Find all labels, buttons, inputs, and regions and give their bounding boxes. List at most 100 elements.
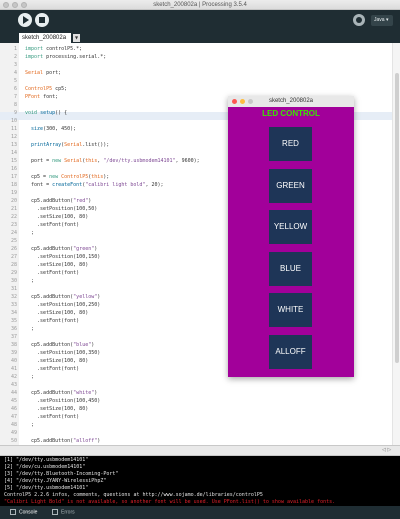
line-number: 3 — [13, 62, 17, 68]
code-text: cp5.addButton("red") — [25, 198, 92, 204]
console-line: ControlP5 2.2.6 infos, comments, questio… — [4, 492, 263, 498]
line-number: 40 — [10, 358, 17, 364]
line-number: 33 — [10, 302, 17, 308]
code-text: PFont font; — [25, 94, 59, 100]
code-line: 1 import controlP5.*; — [0, 45, 400, 53]
line-number: 13 — [10, 142, 17, 148]
sketch-title-bar: sketch_200802a — [228, 96, 354, 107]
code-text: void setup() { — [25, 110, 68, 116]
stop-button[interactable] — [35, 13, 49, 27]
sketch-zoom-button[interactable] — [248, 99, 253, 104]
close-window-button[interactable] — [3, 2, 9, 8]
console-line: [4] "/dev/tty.JYANY-WirelessiPhpZ" — [4, 478, 107, 484]
console-icon — [10, 509, 16, 515]
errors-tab[interactable]: Errors — [52, 509, 75, 516]
line-number: 43 — [10, 382, 17, 388]
tab-sketch[interactable]: sketch_200802a — [19, 33, 71, 43]
line-number: 7 — [13, 94, 17, 100]
code-text: .setFont(font) — [25, 366, 80, 372]
code-text: cp5.addButton("yellow") — [25, 294, 101, 300]
zoom-window-button[interactable] — [21, 2, 27, 8]
debugger-button[interactable] — [353, 14, 365, 26]
code-text: .setSize(100, 80) — [25, 358, 89, 364]
blue-button[interactable]: BLUE — [269, 252, 312, 286]
code-line: 5 — [0, 77, 400, 85]
line-number: 8 — [13, 102, 17, 108]
code-text: ; — [25, 230, 35, 236]
window-title: sketch_200802a | Processing 3.5.4 — [153, 2, 247, 8]
code-text: ; — [25, 374, 35, 380]
code-line: 2 import processing.serial.*; — [0, 53, 400, 61]
code-text: font = createFont("calibri light bold", … — [25, 182, 164, 188]
line-number: 26 — [10, 246, 17, 252]
line-number: 14 — [10, 150, 17, 156]
code-line: 3 — [0, 61, 400, 69]
mode-selector[interactable]: Java ▾ — [371, 15, 393, 26]
console-line: [2] "/dev/cu.usbmodem14101" — [4, 464, 86, 470]
code-text: .setFont(font) — [25, 222, 80, 228]
console-splitter[interactable]: ◁ ▷ — [0, 445, 400, 456]
butterfly-icon — [356, 17, 362, 23]
sketch-window-title: sketch_200802a — [268, 98, 314, 104]
line-number: 17 — [10, 174, 17, 180]
console-line: [3] "/dev/tty.Bluetooth-Incoming-Port" — [4, 471, 119, 477]
code-line: 49 — [0, 429, 400, 437]
code-text: port = new Serial(this, "/dev/tty.usbmod… — [25, 158, 200, 164]
line-number: 45 — [10, 398, 17, 404]
sketch-close-button[interactable] — [232, 99, 237, 104]
line-number: 10 — [10, 118, 17, 124]
line-number: 11 — [10, 126, 17, 132]
code-text: .setFont(font) — [25, 318, 80, 324]
tab-menu-button[interactable]: ▼ — [73, 34, 80, 42]
code-text: import processing.serial.*; — [25, 54, 107, 60]
alloff-button[interactable]: ALLOFF — [269, 335, 312, 369]
code-text: .setPosition(100,250) — [25, 302, 101, 308]
console-line: [1] "/dev/tty.usbmodem14101" — [4, 457, 89, 463]
stop-icon — [39, 17, 45, 23]
line-number: 23 — [10, 222, 17, 228]
code-line: 43 — [0, 381, 400, 389]
bottom-bar: Console Errors — [0, 506, 400, 519]
editor-scrollbar-thumb[interactable] — [395, 73, 399, 363]
line-number: 46 — [10, 406, 17, 412]
minimize-window-button[interactable] — [12, 2, 18, 8]
sketch-minimize-button[interactable] — [240, 99, 245, 104]
code-text: .setPosition(100,350) — [25, 350, 101, 356]
line-number: 24 — [10, 230, 17, 236]
line-number: 5 — [13, 78, 17, 84]
line-number: 34 — [10, 310, 17, 316]
line-number: 2 — [13, 54, 17, 60]
code-text: Serial port; — [25, 70, 62, 76]
warning-icon — [52, 509, 58, 515]
line-number: 42 — [10, 374, 17, 380]
console-output: [1] "/dev/tty.usbmodem14101" [2] "/dev/cu… — [0, 456, 400, 506]
editor-scrollbar[interactable] — [392, 43, 400, 445]
red-button[interactable]: RED — [269, 127, 312, 161]
line-number: 12 — [10, 134, 17, 140]
code-text: printArray(Serial.list()); — [31, 142, 110, 148]
run-button[interactable] — [18, 13, 32, 27]
code-text: .setPosition(100,150) — [25, 254, 101, 260]
code-text: .setPosition(100,50) — [25, 206, 98, 212]
green-button[interactable]: GREEN — [269, 169, 312, 203]
code-text: cp5.addButton("alloff") — [25, 438, 101, 444]
line-number: 36 — [10, 326, 17, 332]
white-button[interactable]: WHITE — [269, 293, 312, 327]
line-number: 29 — [10, 270, 17, 276]
line-number: 32 — [10, 294, 17, 300]
code-text: ; — [25, 278, 35, 284]
led-control-heading: LED CONTROL — [262, 109, 320, 118]
line-number: 44 — [10, 390, 17, 396]
code-text: .setSize(100, 80) — [25, 406, 89, 412]
line-number: 15 — [10, 158, 17, 164]
line-number: 21 — [10, 206, 17, 212]
console-error-line: "Calibri Light Bold" is not available, s… — [4, 499, 336, 505]
line-number: 35 — [10, 318, 17, 324]
yellow-button[interactable]: YELLOW — [269, 210, 312, 244]
line-number: 47 — [10, 414, 17, 420]
title-bar: sketch_200802a | Processing 3.5.4 — [0, 0, 400, 10]
console-tab[interactable]: Console — [10, 509, 37, 516]
line-number: 41 — [10, 366, 17, 372]
code-line: 4 Serial port; — [0, 69, 400, 77]
line-number: 50 — [10, 438, 17, 444]
